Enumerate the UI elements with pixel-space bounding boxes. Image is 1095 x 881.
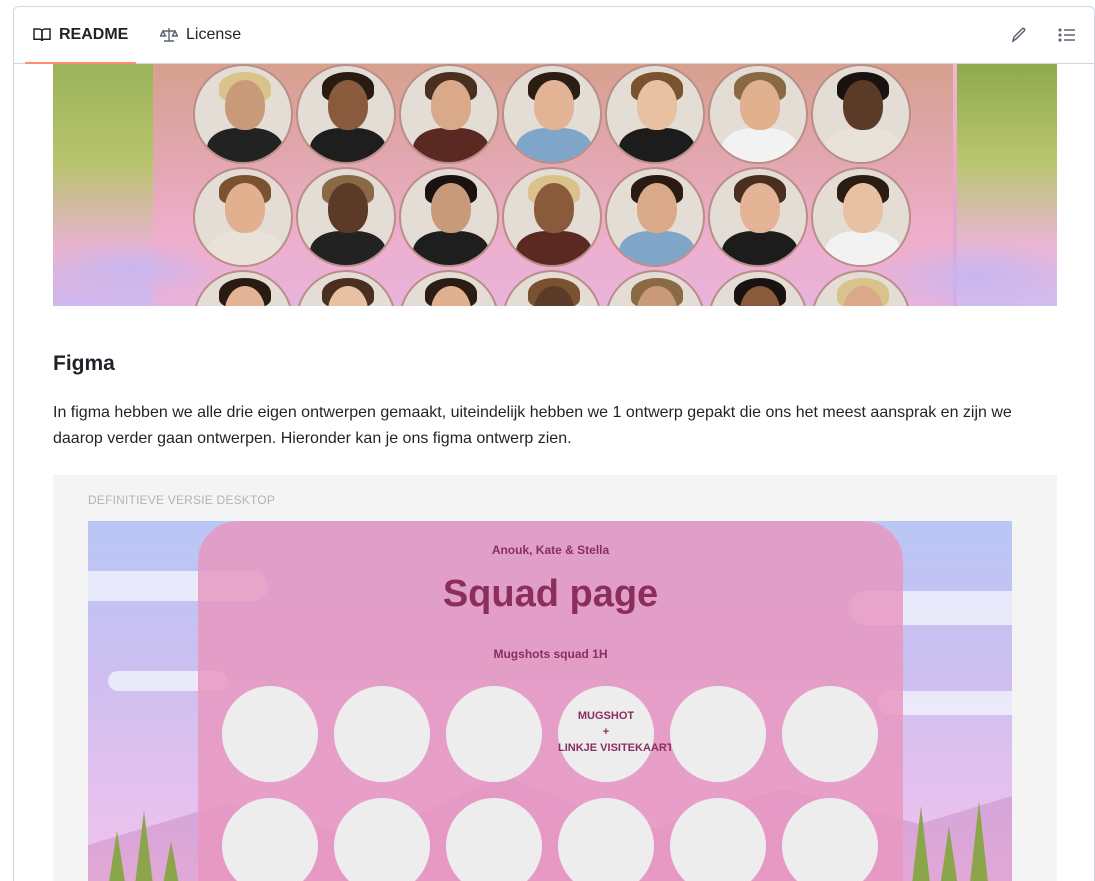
mugshot-photo xyxy=(399,64,499,164)
mugshot-slot xyxy=(670,686,766,782)
card-title: Squad page xyxy=(442,573,659,615)
pine-tree xyxy=(160,841,182,881)
mugshot-photo xyxy=(605,167,705,267)
squad-page-card: Anouk, Kate & Stella Squad page Mugshots… xyxy=(198,521,903,881)
tab-license[interactable]: License xyxy=(160,7,241,63)
mugshot-slot: MUGSHOT + LINKJE VISITEKAARTJE xyxy=(558,686,687,782)
mugshot-slot xyxy=(670,798,766,881)
mugshot-slot xyxy=(222,686,318,782)
mugshot-slot xyxy=(446,798,542,881)
law-icon xyxy=(160,27,178,43)
mugshot-slot-label: MUGSHOT + LINKJE VISITEKAARTJE xyxy=(558,710,687,754)
figma-artboard: Anouk, Kate & Stella Squad page Mugshots… xyxy=(88,521,1012,881)
mugshot-photo xyxy=(193,64,293,164)
mugshot-photo xyxy=(296,167,396,267)
pine-tree xyxy=(910,806,932,881)
tab-readme[interactable]: README xyxy=(24,7,137,64)
mugshot-slot xyxy=(446,686,542,782)
list-unordered-icon[interactable] xyxy=(1055,23,1079,47)
card-subtitle: Mugshots squad 1H xyxy=(493,647,608,661)
mugshot-photo xyxy=(708,167,808,267)
figma-design-image: DEFINITIEVE VERSIE DESKTOP Anouk, Kate &… xyxy=(53,475,1057,881)
squad-mugshots-image xyxy=(53,64,1057,306)
readme-tabbar: README License xyxy=(14,7,1094,64)
pencil-icon[interactable] xyxy=(1007,23,1031,47)
mugshot-slot xyxy=(558,798,654,881)
mugshot-photo xyxy=(502,64,602,164)
mugshot-slot xyxy=(334,798,430,881)
mugshot-slot xyxy=(334,686,430,782)
pine-tree xyxy=(938,826,960,881)
mugshot-photo xyxy=(193,167,293,267)
mugshot-slot xyxy=(222,798,318,881)
pine-tree xyxy=(106,831,128,881)
mugshot-photo xyxy=(811,167,911,267)
readme-panel: README License Figma In figma hebben we … xyxy=(13,6,1095,881)
book-icon xyxy=(33,27,51,43)
figma-paragraph: In figma hebben we alle drie eigen ontwe… xyxy=(53,404,1012,447)
mugshot-photo xyxy=(605,64,705,164)
mugshot-slot xyxy=(782,798,878,881)
mugshot-slot xyxy=(782,686,878,782)
mugshot-photo xyxy=(399,167,499,267)
mugshot-photo xyxy=(502,167,602,267)
figma-frame-label: DEFINITIEVE VERSIE DESKTOP xyxy=(88,493,276,507)
mugshot-photo xyxy=(708,64,808,164)
figma-heading: Figma xyxy=(53,352,115,375)
mugshot-photo xyxy=(296,64,396,164)
pine-tree xyxy=(968,801,990,881)
pine-tree xyxy=(133,811,155,881)
tab-readme-label: README xyxy=(59,26,129,43)
mugshot-photo xyxy=(811,64,911,164)
tab-license-label: License xyxy=(186,26,242,43)
card-names: Anouk, Kate & Stella xyxy=(491,543,610,557)
